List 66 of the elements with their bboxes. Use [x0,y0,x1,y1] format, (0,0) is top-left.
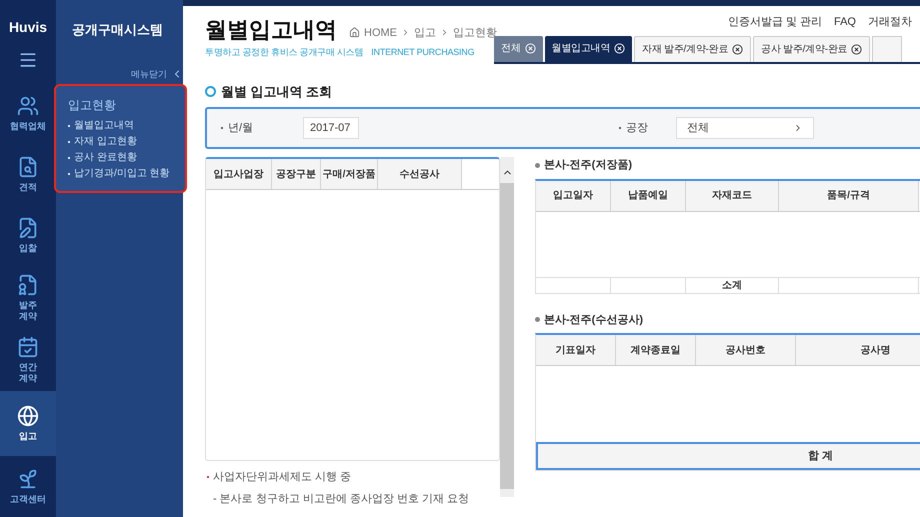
tab[interactable]: 전체 [494,36,542,62]
sprout-icon [17,468,39,490]
tab[interactable]: 월별입고내역 [544,36,632,62]
month-field[interactable]: 2017-07 [303,117,359,139]
breadcrumb-link[interactable]: 입고 [414,24,436,41]
breadcrumb-link[interactable]: 입고현황 [453,24,497,41]
subsection-title: 본사-전주(수선공사) [544,312,643,328]
column-header: 기표일자 [536,335,616,365]
tagline-english: INTERNET PURCHASING [371,46,474,59]
section-title: 월별 입고내역 조회 [221,82,332,100]
rail-item[interactable]: 연간 계약 [0,328,56,391]
submenu-title: 입고현황 [68,97,117,114]
close-icon[interactable] [851,44,862,54]
field-label: 공장 [626,120,649,136]
total-row: 합 계 [536,442,920,470]
system-title: 공개구매시스템 [71,21,164,39]
subtotal-cell: 소계 [686,278,779,292]
column-header: 수선공사 [378,159,462,189]
document-pen-icon [17,217,39,240]
menu-toggle[interactable]: 메뉴닫기 [131,68,167,81]
rail-item[interactable]: 고객센터 [0,456,56,517]
column-header: 품목/규격 [779,180,919,210]
rail-item[interactable]: 입고 [0,390,56,456]
document-badge-icon [17,274,39,296]
column-header: 자재코드 [686,180,779,210]
tagline: 투명하고 공정한 휴비스 공개구매 시스템 [205,46,364,59]
bullet-icon [535,317,540,322]
top-link[interactable]: FAQ [834,14,856,30]
column-header: 납품예일 [611,180,686,210]
plant-select[interactable]: 전체 [676,117,814,139]
rail-item[interactable]: 발주 계약 [0,266,56,329]
column-header: 입고일자 [536,180,611,210]
logo[interactable]: Huvis [8,16,48,38]
tab[interactable]: 자재 발주/계약-완료 [634,36,752,62]
top-link[interactable]: 거래절차 [868,14,912,30]
calendar-check-icon [17,336,39,358]
page-title: 월별입고내역 [205,16,337,44]
rail-item[interactable]: 협력업체 [0,82,56,144]
column-header: 공사번호 [696,335,796,365]
breadcrumb-link[interactable]: HOME [364,24,397,41]
note: - 본사로 청구하고 비고란에 종사업장 번호 기재 요청 [212,492,470,506]
rail-item[interactable]: 견적 [0,144,56,206]
bullet-icon [535,162,540,168]
people-icon [17,94,39,117]
chevron-right-icon [440,28,449,38]
column-header: 구매/저장품 [321,159,378,189]
note: 사업자단위과세제도 시행 중 [213,470,352,485]
column-header: 입고사업장 [206,159,272,189]
close-icon[interactable] [732,44,744,54]
submenu-item[interactable]: 자재 입고현황 [74,135,137,149]
home-icon[interactable] [349,27,360,38]
tab[interactable]: 공사 발주/계약-완료 [753,36,870,62]
submenu-item[interactable]: 공사 완료현황 [74,151,137,165]
column-header: 계약종료일 [616,335,696,365]
top-link[interactable]: 인증서발급 및 관리 [728,14,822,30]
column-header: 공장구분 [272,159,321,189]
section-icon [205,86,216,97]
chevron-right-icon [401,28,410,38]
rail-item[interactable]: 입찰 [0,205,56,267]
field-label: 년/월 [228,120,254,136]
globe-icon [17,404,39,427]
column-header: 공사명 [796,335,920,365]
submenu-item[interactable]: 납기경과/미입고 현황 [74,167,170,181]
subsection-title: 본사-전주(저장품) [544,158,632,173]
submenu-item[interactable]: 월별입고내역 [74,119,134,133]
document-search-icon [17,156,39,178]
